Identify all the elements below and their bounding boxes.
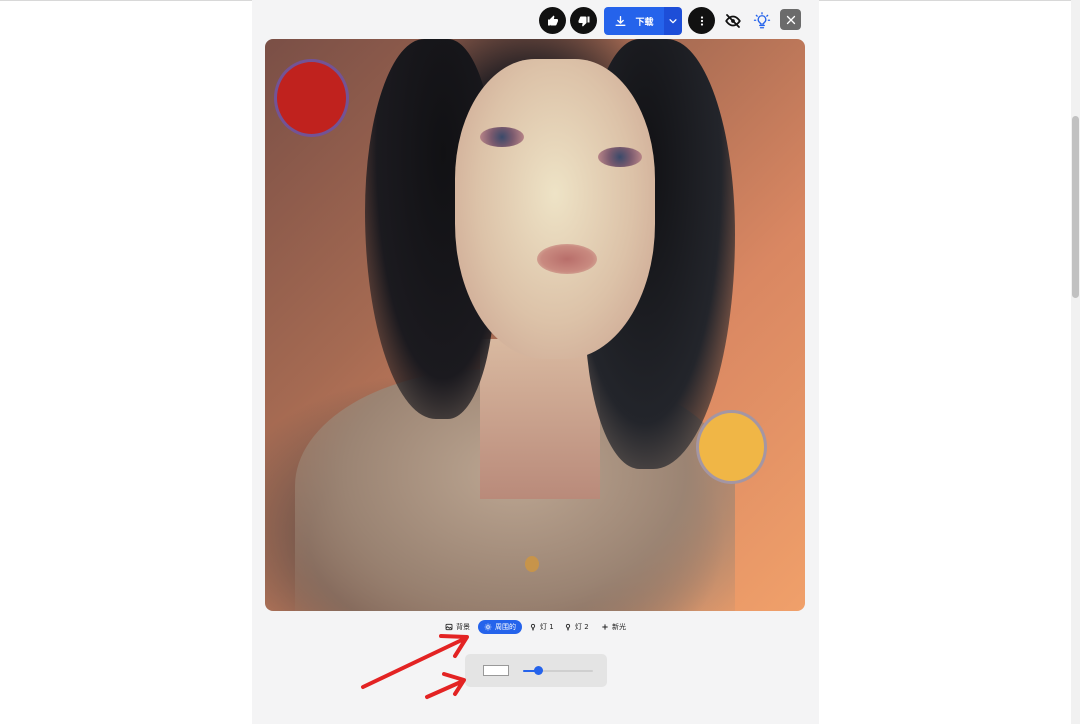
- lighting-tabs: 背景 周围的 灯 1 灯 2 新光: [0, 620, 1080, 634]
- thumbs-up-icon: [547, 15, 558, 25]
- light-1-handle[interactable]: [274, 59, 349, 137]
- page-scrollbar[interactable]: [1071, 0, 1080, 724]
- image-canvas[interactable]: [265, 39, 805, 611]
- tab-new-light-label: 新光: [612, 623, 626, 631]
- tab-light-2[interactable]: 灯 2: [564, 620, 589, 634]
- portrait-eye-right: [598, 147, 642, 167]
- chevron-down-icon: [669, 19, 677, 24]
- more-vertical-icon: [700, 15, 703, 26]
- download-options-button[interactable]: [664, 7, 682, 35]
- plus-icon: [602, 624, 608, 630]
- like-button[interactable]: [539, 7, 566, 34]
- close-button[interactable]: [780, 9, 801, 30]
- ambient-controls: [465, 654, 607, 687]
- portrait-face: [455, 59, 655, 359]
- portrait-eye-left: [480, 127, 524, 147]
- tab-new-light[interactable]: 新光: [601, 620, 626, 634]
- tab-background-label: 背景: [456, 623, 470, 631]
- close-icon: [786, 15, 795, 24]
- tab-background[interactable]: 背景: [445, 620, 470, 634]
- light-2-handle[interactable]: [696, 410, 767, 484]
- sun-icon: [484, 623, 492, 631]
- hide-lights-button[interactable]: [721, 9, 745, 33]
- tab-ambient[interactable]: 周围的: [478, 620, 522, 634]
- lighting-button[interactable]: [750, 9, 774, 33]
- portrait-shirt-button: [525, 556, 539, 572]
- thumbs-down-icon: [578, 16, 589, 26]
- dislike-button[interactable]: [570, 7, 597, 34]
- portrait-lips: [537, 244, 597, 274]
- bulb-icon: [530, 623, 536, 631]
- download-icon: [615, 15, 626, 26]
- image-icon: [445, 623, 453, 631]
- ambient-intensity-slider-thumb[interactable]: [533, 666, 543, 675]
- lightbulb-icon: [753, 12, 771, 29]
- bulb-icon: [565, 623, 571, 631]
- tab-ambient-label: 周围的: [495, 623, 516, 631]
- tab-light-1[interactable]: 灯 1: [529, 620, 554, 634]
- portrait-neck: [480, 339, 600, 499]
- download-label: 下载: [635, 17, 654, 28]
- ambient-color-swatch[interactable]: [483, 665, 509, 676]
- tab-light-2-label: 灯 2: [575, 623, 589, 631]
- more-options-button[interactable]: [688, 7, 715, 34]
- eye-off-icon: [725, 14, 741, 28]
- download-button[interactable]: 下载: [604, 7, 664, 35]
- tab-light-1-label: 灯 1: [540, 623, 554, 631]
- scrollbar-thumb[interactable]: [1072, 116, 1079, 298]
- top-toolbar: 下载: [0, 7, 1080, 35]
